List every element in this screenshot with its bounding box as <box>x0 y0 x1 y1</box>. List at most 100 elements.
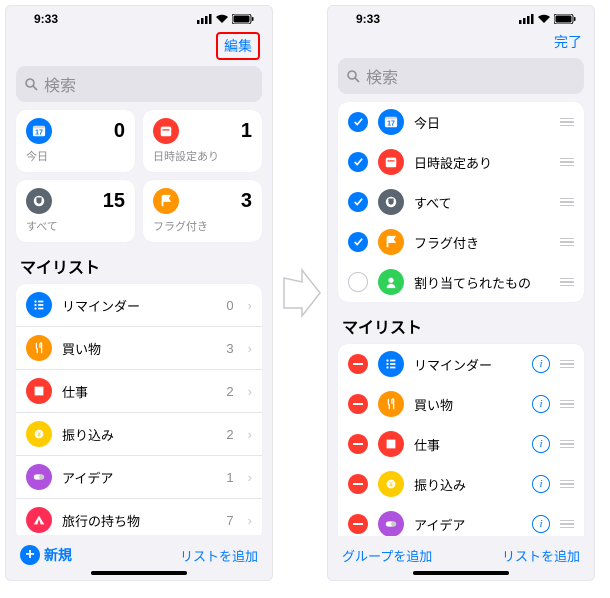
home-indicator[interactable] <box>413 571 509 575</box>
edit-button[interactable]: 編集 <box>216 32 260 60</box>
info-button[interactable]: i <box>532 515 550 533</box>
chevron-right-icon: › <box>248 427 252 442</box>
delete-button[interactable] <box>348 434 368 454</box>
list-row[interactable]: 振り込み 2 › <box>16 413 262 456</box>
mylist: リマインダー 0 › 買い物 3 › 仕事 2 › 振り込み 2 › アイデア … <box>16 284 262 535</box>
calendar-icon <box>153 118 179 144</box>
smart-edit-row: フラグ付き <box>338 222 584 262</box>
smart-today[interactable]: 0 今日 <box>16 110 135 172</box>
add-group-button[interactable]: グループを追加 <box>342 546 432 565</box>
drag-handle[interactable] <box>560 400 574 409</box>
nav-bar: 完了 <box>328 26 594 54</box>
fork-icon <box>26 335 52 361</box>
list-edit-row: アイデア i <box>338 504 584 536</box>
add-list-button[interactable]: リストを追加 <box>180 546 258 565</box>
checkbox[interactable] <box>348 192 368 212</box>
search-field[interactable]: 検索 <box>16 66 262 102</box>
home-indicator[interactable] <box>91 571 187 575</box>
smart-edit-row: 今日 <box>338 102 584 142</box>
search-icon <box>346 69 360 83</box>
drag-handle[interactable] <box>560 360 574 369</box>
status-time: 9:33 <box>34 12 58 26</box>
drag-handle[interactable] <box>560 198 574 207</box>
list-label: 買い物 <box>414 395 516 414</box>
status-bar: 9:33 <box>6 6 272 26</box>
search-field[interactable]: 検索 <box>338 58 584 94</box>
pill-icon <box>378 511 404 536</box>
smart-scheduled[interactable]: 1 日時設定あり <box>143 110 262 172</box>
smart-label: 日時設定あり <box>414 153 550 172</box>
drag-handle[interactable] <box>560 158 574 167</box>
list-count: 7 <box>226 513 233 528</box>
drag-handle[interactable] <box>560 278 574 287</box>
list-count: 1 <box>226 470 233 485</box>
checkbox[interactable] <box>348 272 368 292</box>
search-placeholder: 検索 <box>366 64 398 88</box>
smart-icon <box>378 109 404 135</box>
calendar-icon <box>26 118 52 144</box>
list-label: 仕事 <box>62 382 216 401</box>
list-edit-row: 買い物 i <box>338 384 584 424</box>
drag-handle[interactable] <box>560 480 574 489</box>
bottom-toolbar: グループを追加 リストを追加 <box>328 536 594 571</box>
list-row[interactable]: リマインダー 0 › <box>16 284 262 327</box>
phone-edit-mode: 9:33 完了 検索 今日 日時設定あり すべて <box>327 5 595 581</box>
smart-icon <box>378 229 404 255</box>
list-row[interactable]: 仕事 2 › <box>16 370 262 413</box>
mylist-heading: マイリスト <box>342 314 580 338</box>
new-reminder-button[interactable]: + 新規 <box>20 545 72 565</box>
pill-icon <box>26 464 52 490</box>
fork-icon <box>378 391 404 417</box>
list-label: リマインダー <box>62 296 216 315</box>
search-icon <box>24 77 38 91</box>
list-label: 買い物 <box>62 339 216 358</box>
add-list-button[interactable]: リストを追加 <box>502 546 580 565</box>
checkbox[interactable] <box>348 232 368 252</box>
chevron-right-icon: › <box>248 298 252 313</box>
drag-handle[interactable] <box>560 238 574 247</box>
drag-handle[interactable] <box>560 520 574 529</box>
smart-lists-grid: 0 今日 1 日時設定あり 15 すべて <box>16 110 262 242</box>
smart-lists-edit: 今日 日時設定あり すべて フラグ付き 割り当てられたもの <box>338 102 584 302</box>
info-button[interactable]: i <box>532 435 550 453</box>
list-row[interactable]: アイデア 1 › <box>16 456 262 499</box>
list-label: 仕事 <box>414 435 516 454</box>
drag-handle[interactable] <box>560 440 574 449</box>
tray-icon <box>26 188 52 214</box>
smart-flagged[interactable]: 3 フラグ付き <box>143 180 262 242</box>
list-edit-row: リマインダー i <box>338 344 584 384</box>
smart-all[interactable]: 15 すべて <box>16 180 135 242</box>
flag-icon <box>153 188 179 214</box>
smart-label: フラグ付き <box>414 233 550 252</box>
book-icon <box>26 378 52 404</box>
list-label: リマインダー <box>414 355 516 374</box>
drag-handle[interactable] <box>560 118 574 127</box>
info-button[interactable]: i <box>532 355 550 373</box>
info-button[interactable]: i <box>532 395 550 413</box>
list-edit-row: 振り込み i <box>338 464 584 504</box>
smart-edit-row: 日時設定あり <box>338 142 584 182</box>
list-label: アイデア <box>414 515 516 534</box>
plus-icon: + <box>20 545 40 565</box>
delete-button[interactable] <box>348 514 368 534</box>
list-row[interactable]: 旅行の持ち物 7 › <box>16 499 262 535</box>
list-label: 旅行の持ち物 <box>62 511 216 530</box>
list-row[interactable]: 買い物 3 › <box>16 327 262 370</box>
info-button[interactable]: i <box>532 475 550 493</box>
delete-button[interactable] <box>348 354 368 374</box>
list-count: 2 <box>226 384 233 399</box>
done-button[interactable]: 完了 <box>554 32 582 52</box>
chevron-right-icon: › <box>248 341 252 356</box>
delete-button[interactable] <box>348 474 368 494</box>
checkbox[interactable] <box>348 112 368 132</box>
checkbox[interactable] <box>348 152 368 172</box>
mylist-heading: マイリスト <box>20 254 258 278</box>
search-placeholder: 検索 <box>44 72 76 96</box>
list-label: アイデア <box>62 468 216 487</box>
coin-icon <box>26 421 52 447</box>
list-label: 振り込み <box>62 425 216 444</box>
smart-icon <box>378 189 404 215</box>
delete-button[interactable] <box>348 394 368 414</box>
book-icon <box>378 431 404 457</box>
smart-icon <box>378 149 404 175</box>
